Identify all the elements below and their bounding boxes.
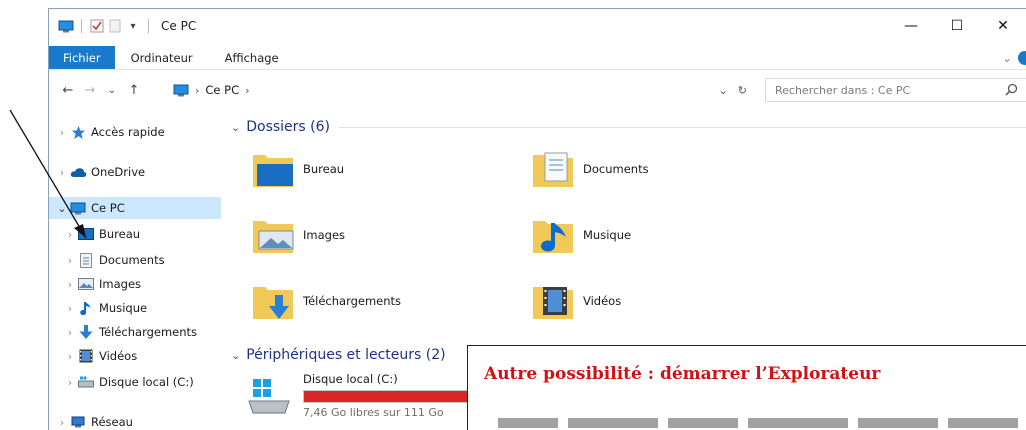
drive-icon bbox=[77, 374, 95, 390]
star-icon bbox=[69, 124, 87, 140]
new-folder-icon[interactable] bbox=[106, 19, 124, 33]
nav-item-onedrive[interactable]: › OneDrive bbox=[55, 161, 145, 183]
computer-icon[interactable] bbox=[57, 19, 75, 33]
expand-chevron-icon[interactable]: › bbox=[63, 278, 77, 291]
search-placeholder: Rechercher dans : Ce PC bbox=[775, 83, 911, 97]
folder-bureau[interactable]: Bureau bbox=[251, 145, 344, 193]
ribbon-right: ⌄ bbox=[1002, 46, 1026, 70]
expand-chevron-icon[interactable]: › bbox=[63, 254, 77, 267]
quick-access-toolbar: ▾ bbox=[57, 19, 155, 33]
devices-group-header[interactable]: ⌄ Périphériques et lecteurs (2) bbox=[231, 345, 446, 365]
documents-folder-icon bbox=[533, 152, 573, 187]
expand-chevron-icon[interactable]: › bbox=[63, 302, 77, 315]
search-icon[interactable] bbox=[1005, 83, 1018, 96]
expand-chevron-icon[interactable]: › bbox=[55, 416, 69, 429]
refresh-icon[interactable]: ↻ bbox=[738, 84, 747, 97]
nav-item-acces-rapide[interactable]: › Accès rapide bbox=[55, 121, 165, 143]
nav-item-bureau[interactable]: › Bureau bbox=[63, 223, 140, 245]
documents-icon bbox=[77, 252, 95, 268]
nav-item-ce-pc[interactable]: ⌄ Ce PC bbox=[49, 197, 221, 219]
navigation-bar: ← → ⌄ ↑ › Ce PC › ⌄ ↻ Rechercher dans : … bbox=[49, 75, 1026, 105]
properties-icon[interactable] bbox=[88, 19, 106, 33]
drive-disque-local[interactable]: Disque local (C:) 7,46 Go libres sur 111… bbox=[245, 371, 493, 419]
collapse-chevron-icon[interactable]: ⌄ bbox=[231, 121, 240, 134]
nav-item-disque-local[interactable]: › Disque local (C:) bbox=[63, 371, 194, 393]
cropped-text-fragment bbox=[498, 418, 1018, 428]
address-bar[interactable]: › Ce PC › ⌄ ↻ bbox=[167, 78, 753, 102]
music-folder-icon bbox=[533, 221, 573, 253]
network-icon bbox=[69, 414, 87, 430]
nav-item-documents[interactable]: › Documents bbox=[63, 249, 165, 271]
nav-item-reseau[interactable]: › Réseau bbox=[55, 411, 133, 430]
title-bar: ▾ Ce PC — ☐ ✕ bbox=[49, 9, 1026, 43]
nav-item-videos[interactable]: › Vidéos bbox=[63, 345, 137, 367]
expand-chevron-icon[interactable]: › bbox=[63, 326, 77, 339]
desktop-icon bbox=[77, 226, 95, 242]
navigation-pane: › Accès rapide › OneDrive ⌄ Ce PC › Bure… bbox=[49, 115, 221, 430]
images-folder-icon bbox=[253, 221, 294, 253]
forward-button[interactable]: → bbox=[79, 79, 101, 101]
tab-fichier[interactable]: Fichier bbox=[49, 46, 115, 69]
folder-telechargements[interactable]: Téléchargements bbox=[251, 277, 401, 325]
expand-chevron-icon[interactable]: › bbox=[63, 350, 77, 363]
folder-images[interactable]: Images bbox=[251, 211, 345, 259]
nav-item-musique[interactable]: › Musique bbox=[63, 297, 147, 319]
windows-drive-icon bbox=[248, 379, 290, 414]
videos-folder-icon bbox=[533, 287, 573, 319]
computer-icon bbox=[69, 200, 87, 216]
annotation-text: Autre possibilité : démarrer l’Explorate… bbox=[484, 364, 881, 384]
cloud-icon bbox=[69, 164, 87, 180]
window-controls: — ☐ ✕ bbox=[888, 9, 1026, 43]
expand-chevron-icon[interactable]: › bbox=[55, 126, 69, 139]
nav-item-telechargements[interactable]: › Téléchargements bbox=[63, 321, 197, 343]
up-button[interactable]: ↑ bbox=[123, 79, 145, 101]
downloads-folder-icon bbox=[253, 287, 293, 319]
desktop-folder-icon bbox=[253, 155, 293, 187]
nav-item-images[interactable]: › Images bbox=[63, 273, 141, 295]
address-location[interactable]: Ce PC bbox=[205, 83, 239, 97]
drive-name: Disque local (C:) bbox=[303, 371, 398, 386]
drive-usage-bar bbox=[303, 389, 493, 403]
expand-chevron-icon[interactable]: › bbox=[63, 376, 77, 389]
collapse-chevron-icon[interactable]: ⌄ bbox=[55, 202, 69, 215]
folder-musique[interactable]: Musique bbox=[531, 211, 631, 259]
close-button[interactable]: ✕ bbox=[980, 9, 1026, 43]
computer-icon bbox=[173, 84, 189, 96]
help-icon[interactable] bbox=[1018, 51, 1026, 65]
images-icon bbox=[77, 276, 95, 292]
annotation-box: Autre possibilité : démarrer l’Explorate… bbox=[467, 345, 1026, 430]
video-icon bbox=[77, 348, 95, 364]
back-button[interactable]: ← bbox=[57, 79, 79, 101]
expand-ribbon-icon[interactable]: ⌄ bbox=[1002, 51, 1012, 65]
ribbon-tabs: Fichier Ordinateur Affichage ⌄ bbox=[49, 46, 1026, 70]
folder-documents[interactable]: Documents bbox=[531, 145, 649, 193]
search-box[interactable]: Rechercher dans : Ce PC bbox=[765, 78, 1026, 102]
collapse-chevron-icon[interactable]: ⌄ bbox=[231, 349, 240, 362]
customize-toolbar-icon[interactable]: ▾ bbox=[124, 19, 142, 33]
download-icon bbox=[77, 324, 95, 340]
music-icon bbox=[77, 300, 95, 316]
minimize-button[interactable]: — bbox=[888, 9, 934, 43]
maximize-button[interactable]: ☐ bbox=[934, 9, 980, 43]
window-title: Ce PC bbox=[161, 19, 197, 33]
address-separator[interactable]: › bbox=[195, 84, 199, 97]
address-dropdown-icon[interactable]: ⌄ bbox=[719, 84, 728, 97]
folder-videos[interactable]: Vidéos bbox=[531, 277, 621, 325]
drive-free-space: 7,46 Go libres sur 111 Go bbox=[303, 405, 444, 419]
tab-affichage[interactable]: Affichage bbox=[209, 46, 295, 69]
expand-chevron-icon[interactable]: › bbox=[55, 166, 69, 179]
address-separator-end[interactable]: › bbox=[245, 84, 249, 97]
folders-group-header[interactable]: ⌄ Dossiers (6) bbox=[231, 117, 1026, 137]
expand-chevron-icon[interactable]: › bbox=[63, 228, 77, 241]
recent-locations-button[interactable]: ⌄ bbox=[101, 79, 123, 101]
tab-ordinateur[interactable]: Ordinateur bbox=[115, 46, 209, 69]
